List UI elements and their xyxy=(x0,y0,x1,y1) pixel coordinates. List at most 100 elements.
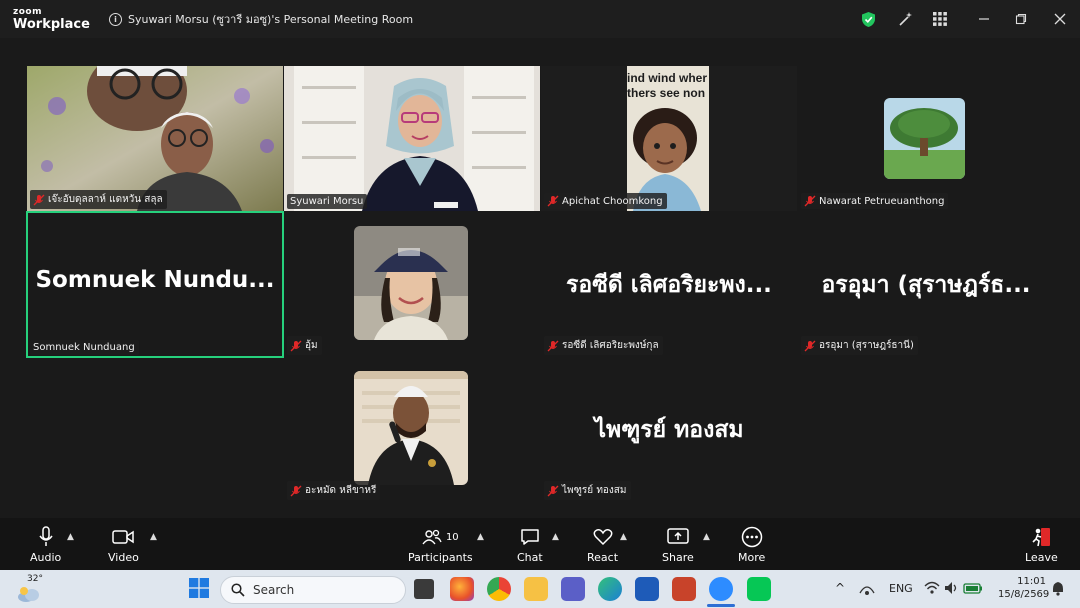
participant-tile[interactable]: รอซีดี เลิศอริยะพง... รอซีดี เลิศอริยะพง… xyxy=(541,212,797,357)
participant-tile[interactable]: อุ้ม xyxy=(284,212,540,357)
video-gallery: เจ๊ะอับดุลลาห์ แดหวัน สลุล Syuwari Morsu xyxy=(0,38,1080,518)
word-icon[interactable] xyxy=(635,577,659,601)
avatar xyxy=(354,371,468,485)
video-options-caret[interactable]: ▲ xyxy=(150,532,157,542)
participant-display-name: อรอุมา (สุราษฎร์ธ... xyxy=(821,272,1031,298)
zoom-logo: zoom Workplace xyxy=(13,7,90,32)
more-button[interactable]: More xyxy=(738,524,765,564)
leave-icon xyxy=(1030,524,1052,550)
video-button[interactable]: Video xyxy=(108,524,139,564)
participant-nametag: Syuwari Morsu xyxy=(287,194,368,209)
participant-nametag: เจ๊ะอับดุลลาห์ แดหวัน สลุล xyxy=(30,190,167,209)
input-indicator-icon[interactable] xyxy=(858,581,876,600)
logo-bottom: Workplace xyxy=(13,17,90,32)
participant-tile[interactable]: อรอุมา (สุราษฎร์ธ... อรอุมา (สุราษฎร์ธาน… xyxy=(798,212,1054,357)
avatar xyxy=(354,226,468,340)
battery-icon[interactable] xyxy=(963,581,983,598)
restore-icon[interactable] xyxy=(1012,10,1030,28)
language-indicator[interactable]: ENG xyxy=(889,582,913,595)
share-options-caret[interactable]: ▲ xyxy=(703,532,710,542)
search-icon xyxy=(231,583,245,597)
microphone-muted-icon xyxy=(290,340,302,351)
leave-button[interactable]: Leave xyxy=(1025,524,1058,564)
windows-taskbar: 32° Search ^ ENG 11:01 15/8/2569 xyxy=(0,570,1080,608)
audio-button[interactable]: Audio xyxy=(30,524,61,564)
minimize-icon[interactable] xyxy=(975,10,993,28)
microphone-icon xyxy=(38,524,54,550)
notification-bell-icon[interactable] xyxy=(1051,581,1065,600)
clock-time: 11:01 xyxy=(1017,576,1046,587)
weather-widget[interactable]: 32° xyxy=(14,574,54,604)
participant-display-name: Somnuek Nundu... xyxy=(35,267,275,293)
grid-view-icon[interactable] xyxy=(931,10,949,28)
participant-tile[interactable]: เจ๊ะอับดุลลาห์ แดหวัน สลุล xyxy=(27,66,283,211)
heart-icon xyxy=(593,524,613,550)
chat-icon xyxy=(520,524,540,550)
participant-tile[interactable]: ind wind wher thers see non Apichat Choo… xyxy=(541,66,797,211)
wifi-icon[interactable] xyxy=(924,581,940,598)
clock[interactable]: 11:01 15/8/2569 xyxy=(998,575,1049,601)
video-feed: ind wind wher thers see non xyxy=(541,66,797,211)
volume-icon[interactable] xyxy=(944,581,960,598)
edge-icon[interactable] xyxy=(598,577,622,601)
chat-options-caret[interactable]: ▲ xyxy=(552,532,559,542)
meeting-title-text: Syuwari Morsu (ซูวารี มอซู)'s Personal M… xyxy=(128,13,414,26)
avatar xyxy=(884,98,965,179)
participant-nametag: Somnuek Nunduang xyxy=(30,340,139,355)
line-icon[interactable] xyxy=(747,577,771,601)
task-view-icon[interactable] xyxy=(414,579,434,599)
meeting-controls: Audio ▲ Video ▲ 10 Participants ▲ Chat ▲… xyxy=(0,518,1080,570)
chat-button[interactable]: Chat xyxy=(517,524,543,564)
logo-top: zoom xyxy=(13,7,42,17)
participant-nametag: ไพฑูรย์ ทองสม xyxy=(544,481,631,500)
participant-tile[interactable]: Nawarat Petrueuanthong xyxy=(798,66,1054,211)
windows-start-icon[interactable] xyxy=(189,578,209,602)
participants-button[interactable]: 10 Participants xyxy=(408,524,473,564)
video-feed xyxy=(284,66,540,211)
participant-nametag: อะหมัด หลีขาหรี xyxy=(287,481,381,500)
microphone-muted-icon xyxy=(33,194,45,205)
participant-display-name: รอซีดี เลิศอริยะพง... xyxy=(566,272,772,298)
show-hidden-icons[interactable]: ^ xyxy=(835,581,845,595)
participant-nametag: Apichat Choomkong xyxy=(544,193,667,209)
shield-icon[interactable] xyxy=(859,10,877,28)
title-bar: zoom Workplace i Syuwari Morsu (ซูวารี ม… xyxy=(0,0,1080,38)
powerpoint-icon[interactable] xyxy=(672,577,696,601)
microphone-muted-icon xyxy=(804,195,816,207)
microphone-muted-icon xyxy=(547,485,559,496)
weather-cloud-icon xyxy=(18,587,39,602)
zoom-taskbar-icon[interactable] xyxy=(709,577,733,601)
react-options-caret[interactable]: ▲ xyxy=(620,532,627,542)
participant-tile[interactable]: Syuwari Morsu xyxy=(284,66,540,211)
participant-tile[interactable]: อะหมัด หลีขาหรี xyxy=(284,357,540,502)
file-explorer-icon[interactable] xyxy=(524,577,548,601)
more-icon xyxy=(741,524,763,550)
participants-options-caret[interactable]: ▲ xyxy=(477,532,484,542)
share-button[interactable]: Share xyxy=(662,524,694,564)
overlay-text-line1: ind wind wher xyxy=(627,71,707,85)
participant-tile[interactable]: ไพฑูรย์ ทองสม ไพฑูรย์ ทองสม xyxy=(541,357,797,502)
close-icon[interactable] xyxy=(1051,10,1069,28)
overlay-text-line2: thers see non xyxy=(627,86,705,100)
participant-nametag: อรอุมา (สุราษฎร์ธานี) xyxy=(801,336,918,355)
participants-count: 10 xyxy=(445,531,459,543)
clock-date: 15/8/2569 xyxy=(998,589,1050,600)
firefox-icon[interactable] xyxy=(450,577,474,601)
magic-wand-icon[interactable] xyxy=(897,10,915,28)
audio-options-caret[interactable]: ▲ xyxy=(67,532,74,542)
weather-temperature: 32° xyxy=(27,574,43,584)
share-screen-icon xyxy=(667,524,689,550)
chrome-icon[interactable] xyxy=(487,577,511,601)
participant-nametag: อุ้ม xyxy=(287,336,322,355)
info-icon[interactable]: i xyxy=(109,12,122,26)
react-button[interactable]: React xyxy=(587,524,618,564)
teams-icon[interactable] xyxy=(561,577,585,601)
video-camera-icon xyxy=(112,524,135,550)
participant-nametag: รอซีดี เลิศอริยะพงษ์กุล xyxy=(544,336,663,355)
microphone-muted-icon xyxy=(547,195,559,207)
taskbar-search-box[interactable]: Search xyxy=(220,576,406,604)
active-app-indicator xyxy=(707,604,735,607)
meeting-title[interactable]: i Syuwari Morsu (ซูวารี มอซู)'s Personal… xyxy=(109,10,413,28)
microphone-muted-icon xyxy=(804,340,816,351)
participant-tile-active[interactable]: Somnuek Nundu... Somnuek Nunduang xyxy=(26,211,284,358)
